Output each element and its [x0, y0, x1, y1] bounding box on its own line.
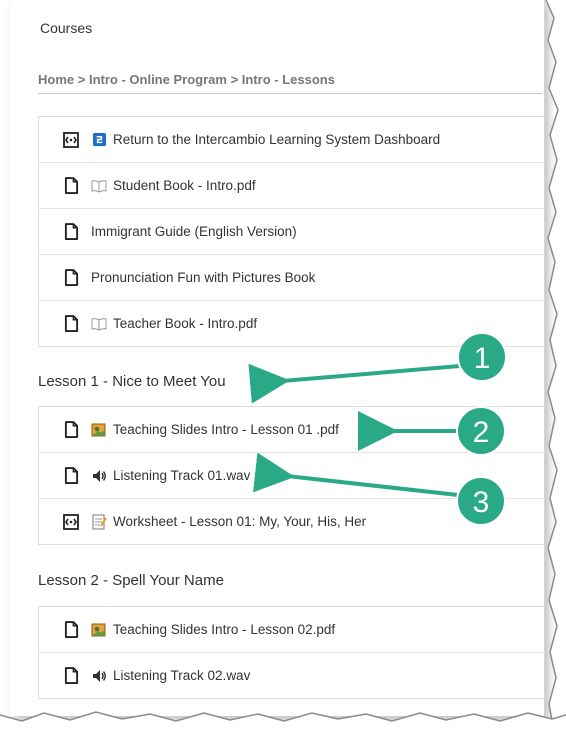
list-item-label[interactable]: Student Book - Intro.pdf — [113, 178, 256, 193]
file-icon — [63, 223, 79, 241]
list-item-label[interactable]: Immigrant Guide (English Version) — [91, 224, 297, 239]
book-icon — [91, 178, 107, 194]
external-tool-icon — [63, 513, 79, 531]
list-item[interactable]: Student Book - Intro.pdf — [39, 163, 545, 209]
book-icon — [91, 316, 107, 332]
worksheet-icon — [91, 514, 107, 530]
file-icon — [63, 467, 79, 485]
list-item[interactable]: Teaching Slides Intro - Lesson 02.pdf — [39, 607, 545, 653]
list-item-label[interactable]: Return to the Intercambio Learning Syste… — [113, 132, 440, 147]
external-tool-icon — [63, 131, 79, 149]
resource-list: Return to the Intercambio Learning Syste… — [38, 116, 545, 347]
breadcrumb-program[interactable]: Intro - Online Program — [89, 72, 227, 87]
list-item-label[interactable]: Listening Track 01.wav — [113, 468, 250, 483]
list-item-label[interactable]: Listening Track 02.wav — [113, 668, 250, 683]
file-icon — [63, 667, 79, 685]
torn-edge-right — [545, 0, 566, 731]
page-title[interactable]: Courses — [40, 20, 92, 36]
breadcrumb: Home > Intro - Online Program > Intro - … — [38, 72, 335, 87]
list-item[interactable]: Immigrant Guide (English Version) — [39, 209, 545, 255]
list-item-label[interactable]: Teacher Book - Intro.pdf — [113, 316, 257, 331]
file-icon — [63, 421, 79, 439]
lesson-2-list: Teaching Slides Intro - Lesson 02.pdf Li… — [38, 606, 545, 699]
speaker-icon — [91, 468, 107, 484]
file-icon — [63, 621, 79, 639]
dashboard-logo-icon — [91, 132, 107, 148]
slides-icon — [91, 422, 107, 438]
torn-edge-bottom — [0, 711, 566, 731]
breadcrumb-separator: > — [230, 72, 239, 87]
lesson-1-list: Teaching Slides Intro - Lesson 01 .pdf L… — [38, 406, 545, 545]
list-item[interactable]: Listening Track 01.wav — [39, 453, 545, 499]
list-item-label[interactable]: Worksheet - Lesson 01: My, Your, His, He… — [113, 514, 366, 529]
file-icon — [63, 177, 79, 195]
list-item[interactable]: Worksheet - Lesson 01: My, Your, His, He… — [39, 499, 545, 544]
list-item[interactable]: Return to the Intercambio Learning Syste… — [39, 117, 545, 163]
slides-icon — [91, 622, 107, 638]
list-item[interactable]: Listening Track 02.wav — [39, 653, 545, 698]
file-icon — [63, 315, 79, 333]
list-item-label[interactable]: Teaching Slides Intro - Lesson 01 .pdf — [113, 422, 339, 437]
list-item[interactable]: Teacher Book - Intro.pdf — [39, 301, 545, 346]
speaker-icon — [91, 668, 107, 684]
list-item[interactable]: Teaching Slides Intro - Lesson 01 .pdf — [39, 407, 545, 453]
breadcrumb-divider — [38, 93, 542, 94]
list-item-label[interactable]: Teaching Slides Intro - Lesson 02.pdf — [113, 622, 335, 637]
section-title-lesson-1: Lesson 1 - Nice to Meet You — [38, 373, 226, 390]
breadcrumb-home[interactable]: Home — [38, 72, 74, 87]
section-title-lesson-2: Lesson 2 - Spell Your Name — [38, 572, 224, 589]
list-item[interactable]: Pronunciation Fun with Pictures Book — [39, 255, 545, 301]
breadcrumb-lessons[interactable]: Intro - Lessons — [242, 72, 335, 87]
list-item-label[interactable]: Pronunciation Fun with Pictures Book — [91, 270, 315, 285]
breadcrumb-separator: > — [77, 72, 86, 87]
file-icon — [63, 269, 79, 287]
